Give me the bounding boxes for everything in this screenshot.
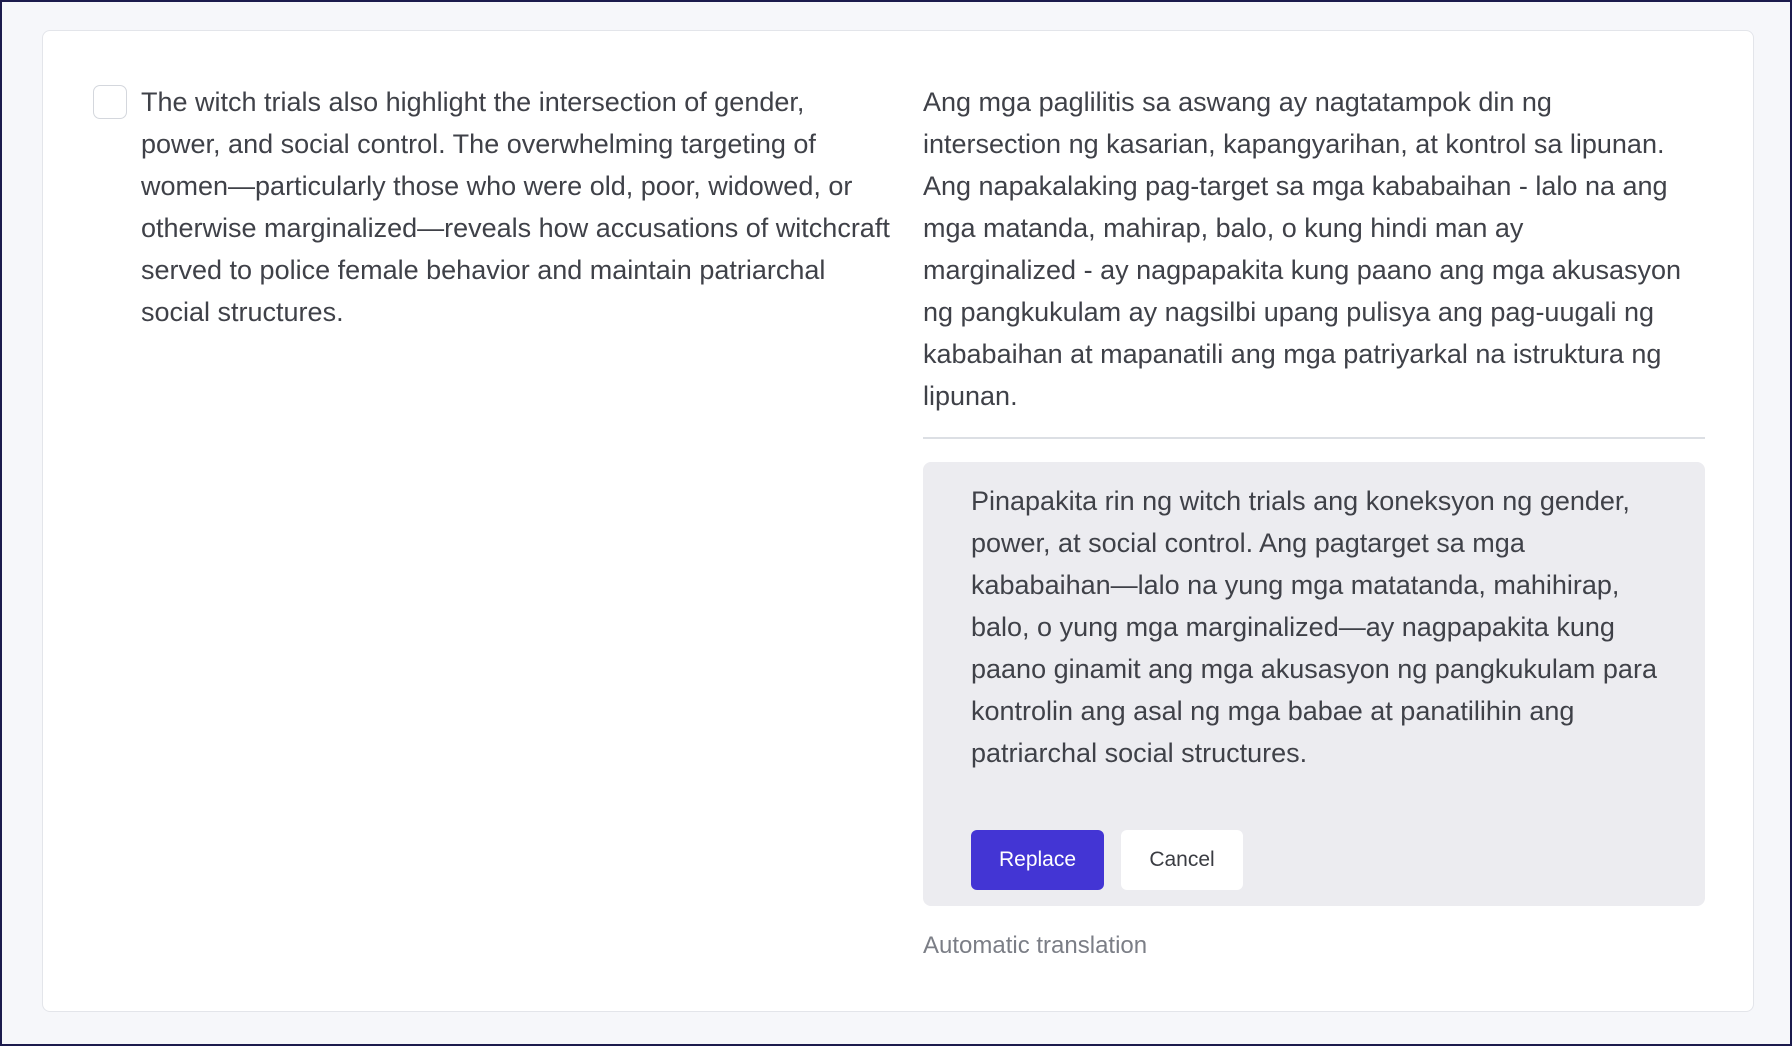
translation-text[interactable]: Ang mga paglilitis sa aswang ay nagtatam… xyxy=(923,81,1683,417)
replace-button[interactable]: Replace xyxy=(971,830,1104,890)
suggestion-text: Pinapakita rin ng witch trials ang konek… xyxy=(971,486,1657,768)
suggestion-panel: Pinapakita rin ng witch trials ang konek… xyxy=(923,462,1705,906)
source-text: The witch trials also highlight the inte… xyxy=(141,87,890,327)
automatic-translation-label: Automatic translation xyxy=(923,932,1148,959)
cancel-button[interactable]: Cancel xyxy=(1121,830,1243,890)
divider xyxy=(923,437,1705,439)
segment-checkbox[interactable] xyxy=(93,85,127,119)
translation-card: The witch trials also highlight the inte… xyxy=(42,30,1754,1012)
